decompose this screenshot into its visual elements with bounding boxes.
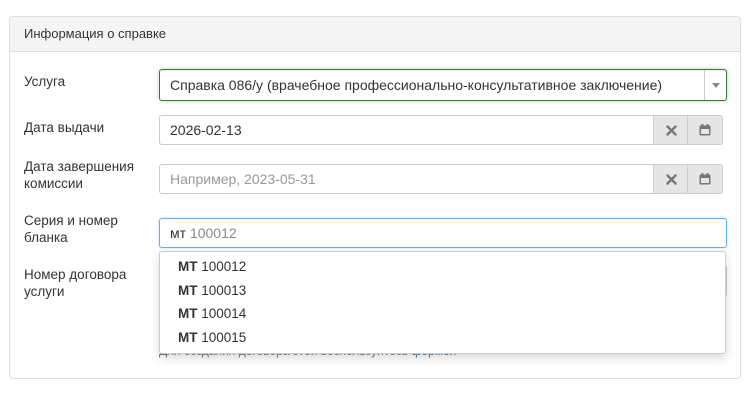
issue-date-input[interactable]: 2026-02-13 — [159, 115, 665, 145]
blank-number-typed: 100012 — [189, 225, 237, 241]
contract-number-label: Номер договора услуги — [24, 267, 127, 299]
issue-date-group: 2026-02-13 — [159, 115, 727, 145]
blank-series-number-label: Серия и номер бланка — [24, 213, 118, 245]
caret-down-icon[interactable] — [704, 70, 726, 100]
autocomplete-dropdown: МТ 100012 МТ 100013 МТ 100014 МТ 100015 — [159, 251, 726, 354]
calendar-icon[interactable] — [687, 164, 723, 194]
service-selected-value: Справка 086/у (врачебное профессионально… — [170, 77, 663, 93]
service-label: Услуга — [24, 74, 66, 89]
issue-date-label: Дата выдачи — [24, 120, 105, 135]
close-icon[interactable] — [653, 164, 688, 194]
commission-end-date-group: Например, 2023-05-31 — [159, 164, 727, 194]
commission-end-date-label: Дата завершения комиссии — [24, 159, 135, 191]
panel-title: Информация о справке — [10, 17, 740, 52]
blank-series-prefix: мт — [170, 225, 187, 241]
commission-end-date-input[interactable]: Например, 2023-05-31 — [159, 164, 665, 194]
close-icon[interactable] — [653, 115, 688, 145]
autocomplete-option[interactable]: МТ 100013 — [160, 279, 725, 303]
autocomplete-option[interactable]: МТ 100012 — [160, 255, 725, 279]
blank-series-number-input[interactable]: мт 100012 — [159, 218, 727, 248]
autocomplete-option[interactable]: МТ 100014 — [160, 302, 725, 326]
autocomplete-option[interactable]: МТ 100015 — [160, 326, 725, 350]
service-select[interactable]: Справка 086/у (врачебное профессионально… — [159, 69, 727, 101]
calendar-icon[interactable] — [687, 115, 723, 145]
